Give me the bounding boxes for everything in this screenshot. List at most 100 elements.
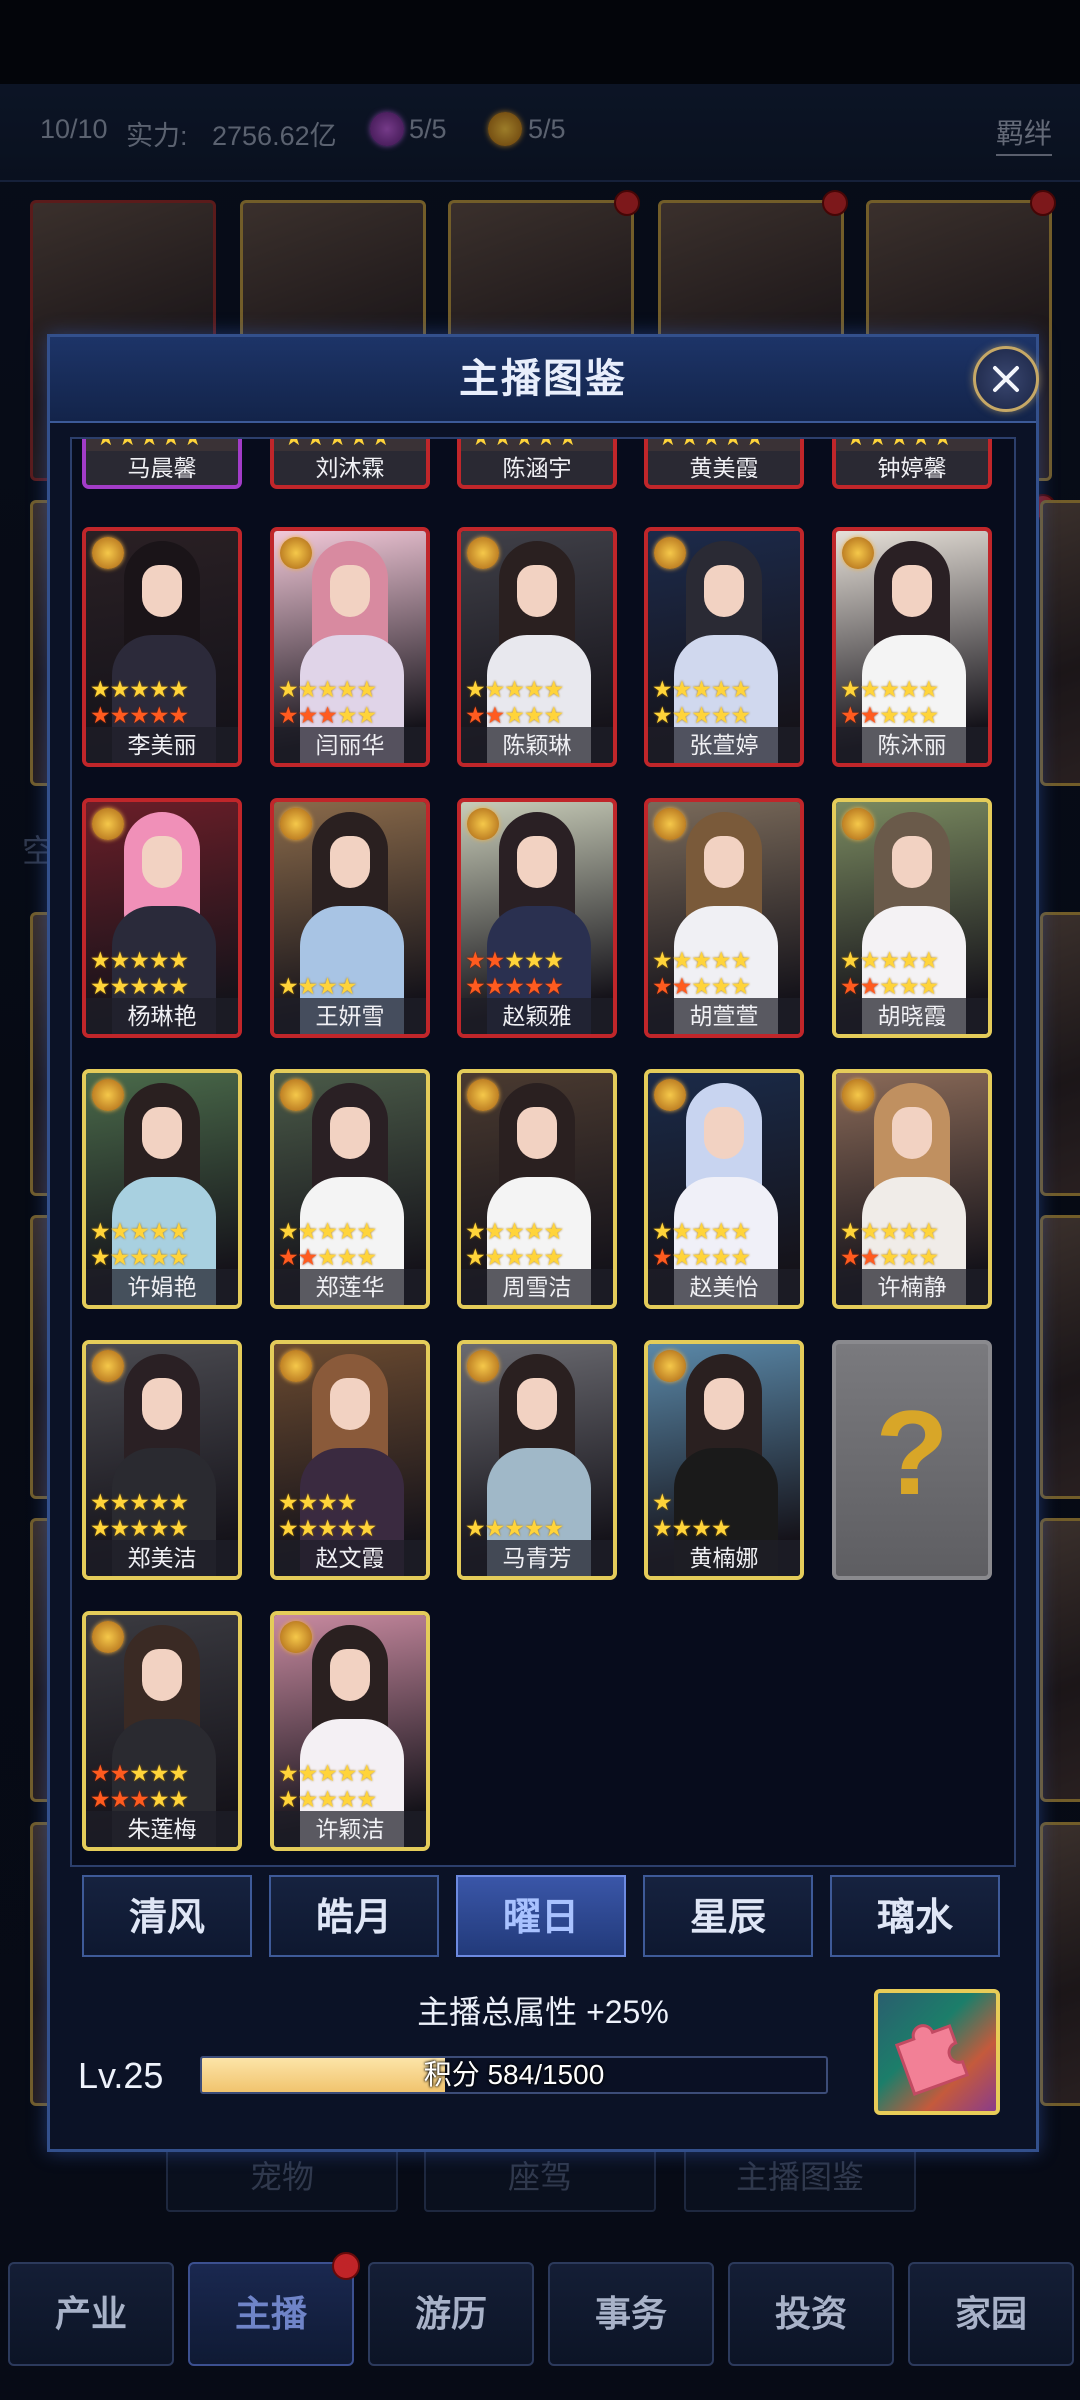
star-icon: ★: [90, 973, 111, 999]
star-icon: ★: [879, 947, 900, 973]
star-icon: ★: [297, 1218, 319, 1244]
nav-5[interactable]: 家园: [908, 2262, 1074, 2366]
star-icon: ★: [710, 973, 732, 999]
star-icon: ★: [90, 702, 111, 728]
anchor-name: 黄美霞: [648, 451, 800, 485]
anchor-card[interactable]: ★★★★★ ★★★★★ 胡萱萱: [644, 798, 804, 1038]
puzzle-piece-button[interactable]: [874, 1989, 1000, 2115]
sun-badge-icon: [92, 1350, 124, 1382]
anchor-card-partial[interactable]: ★★★★★ 黄美霞: [644, 439, 804, 489]
star-icon: ★: [879, 1244, 900, 1270]
anchor-card[interactable]: ★★★★★ ★★★★★ 赵美怡: [644, 1069, 804, 1309]
star-icon: ★: [278, 1489, 299, 1515]
anchor-card[interactable]: ★★★★★ ★★★★★ 朱莲梅: [82, 1611, 242, 1851]
anchor-card[interactable]: ★★★★★ ★★★★★ 许楠静: [832, 1069, 992, 1309]
star-icon: ★: [129, 947, 150, 973]
nav-4[interactable]: 投资: [728, 2262, 894, 2366]
close-button[interactable]: [973, 346, 1039, 412]
anchor-name: 朱莲梅: [86, 1811, 238, 1847]
star-icon: ★: [148, 973, 170, 999]
star-icon: ★: [840, 702, 861, 728]
star-icon: ★: [543, 1244, 565, 1270]
anchor-card[interactable]: ★★★★★ ★★★★★ 杨琳艳: [82, 798, 242, 1038]
star-icon: ★: [652, 702, 673, 728]
tab-1[interactable]: 皓月: [269, 1875, 439, 1957]
anchor-card[interactable]: ★★★★★ ★★★★★ 周雪洁: [457, 1069, 617, 1309]
star-rating: ★★★★★: [840, 677, 939, 701]
star-icon: ★: [465, 676, 486, 702]
anchor-card[interactable]: ★★★★★ ★★★★★ 陈颖琳: [457, 527, 617, 767]
anchor-card[interactable]: ★★★★★ ★★★★★ 李美丽: [82, 527, 242, 767]
anchor-name: 马青芳: [461, 1540, 613, 1576]
star-rating: ★★★★★: [90, 702, 189, 728]
star-rating: ★: [652, 1490, 673, 1514]
star-icon: ★: [840, 973, 861, 999]
star-icon: ★: [129, 1244, 150, 1270]
sun-badge-icon: [654, 537, 686, 569]
star-icon: ★: [730, 1244, 752, 1270]
anchor-name: 闫丽华: [274, 727, 426, 763]
star-rating: ★★★★: [652, 1516, 731, 1540]
star-icon: ★: [90, 676, 111, 702]
star-icon: ★: [652, 676, 673, 702]
anchor-card-partial[interactable]: ★★★★★ 刘沐霖: [270, 437, 430, 489]
star-icon: ★: [297, 676, 319, 702]
anchor-card-partial[interactable]: ★★★★★ 陈涵宇: [457, 439, 617, 489]
anchor-card[interactable]: ★★★★★ ★★★★★ 胡晓霞: [832, 798, 992, 1038]
tab-0[interactable]: 清风: [82, 1875, 252, 1957]
anchor-card[interactable]: ★★★★★ ★★★★★ 郑美洁: [82, 1340, 242, 1580]
anchor-card[interactable]: ★★★★ ★★★★★ 赵文霞: [270, 1340, 430, 1580]
anchor-card[interactable]: ★★★★★ ★★★★★ 张萱婷: [644, 527, 804, 767]
anchor-card[interactable]: ★★★★★ ★★★★★ 郑莲华: [270, 1069, 430, 1309]
anchor-card-partial[interactable]: ★★★★★ 钟婷馨: [832, 439, 992, 489]
star-icon: ★: [730, 973, 752, 999]
star-rating: ★★★★★: [96, 437, 205, 450]
star-icon: ★: [336, 1218, 358, 1244]
tab-4[interactable]: 璃水: [830, 1875, 1000, 1957]
star-rating: ★★★★★: [278, 702, 377, 728]
anchor-card[interactable]: ★★★★★ ★★★★★ 闫丽华: [270, 527, 430, 767]
nav-1[interactable]: 主播: [188, 2262, 354, 2366]
tab-3[interactable]: 星辰: [643, 1875, 813, 1957]
sun-badge-icon: [467, 537, 499, 569]
nav-3[interactable]: 事务: [548, 2262, 714, 2366]
anchor-card[interactable]: ★★★★★ 马青芳: [457, 1340, 617, 1580]
anchor-card[interactable]: ★★★★★ ★★★★★ 许娟艳: [82, 1069, 242, 1309]
star-icon: ★: [504, 702, 525, 728]
star-rating: ★★★★★: [278, 676, 377, 702]
nav-2[interactable]: 游历: [368, 2262, 534, 2366]
anchor-card[interactable]: ★ ★★★★ 黄楠娜: [644, 1340, 804, 1580]
star-icon: ★: [710, 702, 732, 728]
star-icon: ★: [671, 702, 693, 728]
star-icon: ★: [523, 702, 545, 728]
anchor-card[interactable]: ★★★★★ ★★★★★ 陈沐丽: [832, 527, 992, 767]
star-icon: ★: [278, 1760, 299, 1786]
star-icon: ★: [504, 947, 525, 973]
star-icon: ★: [730, 1218, 752, 1244]
anchor-name: 黄楠娜: [648, 1540, 800, 1576]
locked-anchor-card[interactable]: ?: [832, 1340, 992, 1580]
star-rating: ★★★★★: [90, 1516, 189, 1540]
star-icon: ★: [109, 973, 131, 999]
star-icon: ★: [336, 702, 358, 728]
anchor-card-partial[interactable]: ★★★★★ 马晨馨: [82, 437, 242, 489]
star-icon: ★: [710, 676, 732, 702]
star-icon: ★: [109, 1489, 131, 1515]
anchor-name: 张萱婷: [648, 727, 800, 763]
anchor-card[interactable]: ★★★★★ ★★★★★ 赵颖雅: [457, 798, 617, 1038]
card-grid[interactable]: ★★★★★ 马晨馨 ★★★★★ 刘沐霖 ★★★★★ 陈涵宇 ★★★★★ 黄美霞 ★★★★★ 钟婷馨…: [70, 437, 1016, 1867]
star-icon: ★: [465, 1218, 486, 1244]
star-icon: ★: [543, 973, 565, 999]
star-rating: ★★★★★: [840, 947, 939, 973]
anchor-name: 陈涵宇: [461, 451, 613, 485]
star-icon: ★: [543, 947, 565, 973]
anchor-name: 陈沐丽: [836, 727, 988, 763]
nav-0[interactable]: 产业: [8, 2262, 174, 2366]
star-icon: ★: [148, 676, 170, 702]
tab-2[interactable]: 曜日: [456, 1875, 626, 1957]
anchor-card[interactable]: ★★★★ 王妍雪: [270, 798, 430, 1038]
star-rating: ★★★★★: [284, 437, 393, 450]
star-icon: ★: [898, 1244, 920, 1270]
anchor-card[interactable]: ★★★★★ ★★★★★ 许颖洁: [270, 1611, 430, 1851]
star-rating: ★★★★★: [90, 676, 189, 702]
